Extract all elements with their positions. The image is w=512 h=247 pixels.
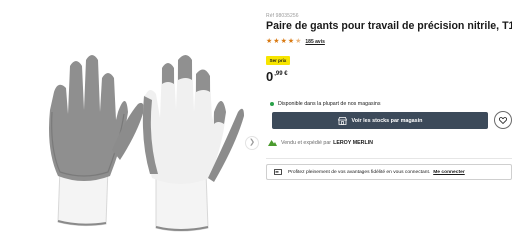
- product-info-panel: Réf 98035256 Paire de gants pour travail…: [266, 0, 512, 247]
- login-link[interactable]: Me connecter: [433, 170, 465, 175]
- heart-icon: [499, 116, 507, 124]
- star-icon: ★: [273, 38, 280, 45]
- product-price: 0,99 €: [266, 68, 288, 86]
- loyalty-banner: Profitez pleinement de vos avantages fid…: [266, 164, 512, 180]
- sold-by-text: Vendu et expédié par LEROY MERLIN: [281, 140, 374, 146]
- product-title: Paire de gants pour travail de précision…: [266, 20, 512, 32]
- store-icon: [337, 116, 347, 125]
- gallery-next-chevron-right-icon[interactable]: ❯: [245, 136, 259, 150]
- product-image-gallery: ❯: [0, 0, 262, 247]
- reviews-link[interactable]: 185 avis: [305, 39, 324, 45]
- availability-text: Disponible dans la plupart de nos magasi…: [278, 101, 381, 107]
- price-badge: Ser prix: [266, 56, 290, 65]
- sold-by: Vendu et expédié par LEROY MERLIN: [268, 140, 373, 146]
- rating-stars: ★ ★ ★ ★ ★: [266, 38, 302, 46]
- star-icon: ★: [266, 38, 273, 45]
- half-star-icon: ★: [295, 38, 302, 45]
- right-glove: [142, 55, 244, 232]
- add-to-favorites-button[interactable]: [494, 111, 512, 129]
- stock-button-label: Voir les stocks par magasin: [351, 117, 423, 124]
- divider: [266, 158, 512, 159]
- gloves-image: [49, 55, 244, 232]
- loyalty-text: Profitez pleinement de vos avantages fid…: [288, 169, 431, 175]
- card-icon: [274, 169, 282, 175]
- availability-dot-icon: [270, 102, 274, 106]
- product-rating[interactable]: ★ ★ ★ ★ ★ 185 avis: [266, 38, 325, 46]
- price-integer: 0: [266, 69, 274, 84]
- seller-name: LEROY MERLIN: [333, 140, 374, 146]
- product-reference: Réf 98035256: [266, 13, 299, 19]
- leroy-merlin-logo-icon: [268, 140, 277, 146]
- availability-status: Disponible dans la plupart de nos magasi…: [270, 101, 380, 107]
- price-decimal: ,99 €: [274, 71, 288, 77]
- star-icon: ★: [280, 38, 287, 45]
- see-store-stock-button[interactable]: Voir les stocks par magasin: [272, 112, 488, 129]
- star-icon: ★: [287, 38, 295, 45]
- left-glove: [49, 55, 144, 227]
